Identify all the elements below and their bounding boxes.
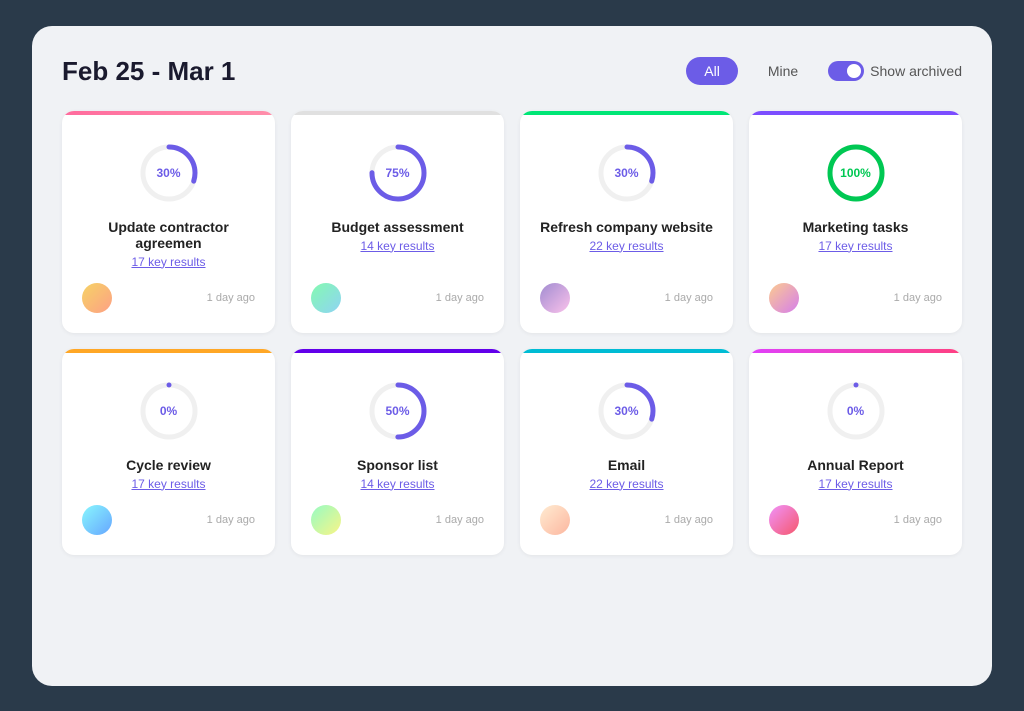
percent-label-6: 50% [385, 404, 409, 418]
timestamp-6: 1 day ago [436, 514, 484, 526]
show-archived-control: Show archived [828, 61, 962, 81]
card-2[interactable]: 75% Budget assessment 14 key results 1 d… [291, 111, 504, 333]
card-footer-4: 1 day ago [769, 283, 942, 313]
card-key-results-3[interactable]: 22 key results [589, 239, 663, 253]
avatar-1 [82, 283, 112, 313]
percent-label-5: 0% [160, 404, 177, 418]
timestamp-1: 1 day ago [207, 292, 255, 304]
filter-all-button[interactable]: All [686, 57, 738, 85]
cards-grid: 30% Update contractor agreemen 17 key re… [62, 111, 962, 555]
header: Feb 25 - Mar 1 All Mine Show archived [62, 56, 962, 87]
avatar-3 [540, 283, 570, 313]
card-key-results-1[interactable]: 17 key results [131, 255, 205, 269]
card-title-5: Cycle review [126, 457, 211, 473]
percent-label-2: 75% [385, 166, 409, 180]
avatar-6 [311, 505, 341, 535]
percent-label-4: 100% [840, 166, 871, 180]
card-title-6: Sponsor list [357, 457, 438, 473]
card-key-results-5[interactable]: 17 key results [131, 477, 205, 491]
show-archived-label: Show archived [870, 63, 962, 79]
percent-label-3: 30% [614, 166, 638, 180]
card-3[interactable]: 30% Refresh company website 22 key resul… [520, 111, 733, 333]
progress-circle-5: 0% [137, 379, 201, 443]
card-key-results-8[interactable]: 17 key results [818, 477, 892, 491]
card-footer-1: 1 day ago [82, 283, 255, 313]
card-title-8: Annual Report [807, 457, 903, 473]
timestamp-5: 1 day ago [207, 514, 255, 526]
card-key-results-4[interactable]: 17 key results [818, 239, 892, 253]
avatar-8 [769, 505, 799, 535]
progress-circle-8: 0% [824, 379, 888, 443]
card-footer-2: 1 day ago [311, 283, 484, 313]
progress-circle-2: 75% [366, 141, 430, 205]
percent-label-1: 30% [156, 166, 180, 180]
card-key-results-2[interactable]: 14 key results [360, 239, 434, 253]
card-footer-7: 1 day ago [540, 505, 713, 535]
card-key-results-7[interactable]: 22 key results [589, 477, 663, 491]
avatar-7 [540, 505, 570, 535]
timestamp-7: 1 day ago [665, 514, 713, 526]
card-6[interactable]: 50% Sponsor list 14 key results 1 day ag… [291, 349, 504, 555]
filter-mine-button[interactable]: Mine [750, 57, 816, 85]
main-container: Feb 25 - Mar 1 All Mine Show archived 30… [32, 26, 992, 686]
card-5[interactable]: 0% Cycle review 17 key results 1 day ago [62, 349, 275, 555]
progress-circle-3: 30% [595, 141, 659, 205]
percent-label-7: 30% [614, 404, 638, 418]
card-title-3: Refresh company website [540, 219, 713, 235]
card-7[interactable]: 30% Email 22 key results 1 day ago [520, 349, 733, 555]
avatar-4 [769, 283, 799, 313]
timestamp-3: 1 day ago [665, 292, 713, 304]
progress-circle-6: 50% [366, 379, 430, 443]
percent-label-8: 0% [847, 404, 864, 418]
card-title-1: Update contractor agreemen [82, 219, 255, 251]
date-range: Feb 25 - Mar 1 [62, 56, 235, 87]
card-8[interactable]: 0% Annual Report 17 key results 1 day ag… [749, 349, 962, 555]
progress-circle-1: 30% [137, 141, 201, 205]
card-footer-8: 1 day ago [769, 505, 942, 535]
card-key-results-6[interactable]: 14 key results [360, 477, 434, 491]
header-controls: All Mine Show archived [686, 57, 962, 85]
card-footer-6: 1 day ago [311, 505, 484, 535]
avatar-2 [311, 283, 341, 313]
card-footer-3: 1 day ago [540, 283, 713, 313]
progress-circle-7: 30% [595, 379, 659, 443]
timestamp-8: 1 day ago [894, 514, 942, 526]
timestamp-2: 1 day ago [436, 292, 484, 304]
card-title-7: Email [608, 457, 645, 473]
progress-circle-4: 100% [824, 141, 888, 205]
card-4[interactable]: 100% Marketing tasks 17 key results 1 da… [749, 111, 962, 333]
card-title-2: Budget assessment [331, 219, 463, 235]
timestamp-4: 1 day ago [894, 292, 942, 304]
show-archived-toggle[interactable] [828, 61, 864, 81]
card-1[interactable]: 30% Update contractor agreemen 17 key re… [62, 111, 275, 333]
card-title-4: Marketing tasks [803, 219, 909, 235]
card-footer-5: 1 day ago [82, 505, 255, 535]
avatar-5 [82, 505, 112, 535]
